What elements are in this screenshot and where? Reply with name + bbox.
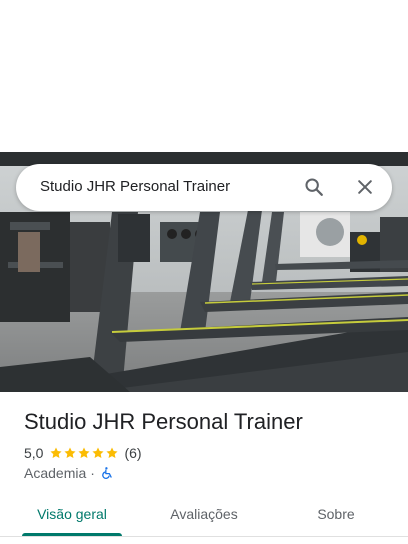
wheelchair-icon [102,467,112,479]
star-icon [106,447,119,459]
category-row: Academia · [24,464,114,482]
search-bar[interactable]: Studio JHR Personal Trainer [16,164,392,211]
tabs-divider [0,536,408,537]
rating-row[interactable]: 5,0 (6) [24,443,142,463]
tab-overview[interactable]: Visão geral [16,492,128,536]
star-icon [64,447,77,459]
star-icon [92,447,105,459]
tab-reviews[interactable]: Avaliações [148,492,260,536]
tab-about[interactable]: Sobre [280,492,392,536]
star-rating [49,446,119,460]
place-name: Studio JHR Personal Trainer [24,409,303,434]
star-icon [78,447,91,459]
place-category: Academia [24,465,87,481]
close-icon[interactable] [353,175,377,199]
rating-value: 5,0 [24,445,44,461]
search-icon[interactable] [302,175,326,199]
separator-dot: · [90,465,95,481]
review-count[interactable]: (6) [124,445,141,461]
star-icon [50,447,63,459]
search-input[interactable]: Studio JHR Personal Trainer [40,178,230,195]
place-tabs: Visão geral Avaliações Sobre [0,492,408,544]
